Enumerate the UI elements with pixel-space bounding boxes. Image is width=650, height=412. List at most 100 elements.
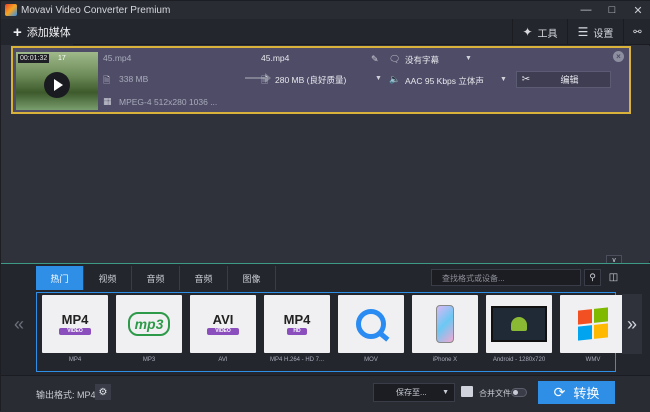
mp3-badge-text: mp3 bbox=[127, 312, 171, 336]
preset-label: iPhone X bbox=[432, 357, 458, 363]
source-info: MPEG-4 512x280 1036 ... bbox=[119, 97, 218, 107]
iphone-icon bbox=[412, 295, 478, 353]
preset-label: MP3 bbox=[142, 357, 156, 363]
tab-audio[interactable]: 音频 bbox=[132, 266, 180, 290]
timecode: 00:01:32 bbox=[18, 54, 50, 63]
preset-mov[interactable]: MOV bbox=[338, 295, 404, 370]
menu-icon: ☰ bbox=[577, 25, 589, 39]
speaker-icon: 🔈 bbox=[389, 74, 401, 84]
format-tabs: 热门 视频 音频 音频 图像 bbox=[36, 266, 276, 290]
format-panel: 热门 视频 音频 音频 图像 查找格式或设备... ⚲ ◫ « MP4 VIDEO… bbox=[1, 263, 650, 375]
source-size: 338 MB bbox=[119, 74, 149, 84]
app-window: Movavi Video Converter Premium — □ ✕ + 添… bbox=[0, 0, 650, 412]
audio-dropdown-icon[interactable]: ▼ bbox=[500, 76, 507, 83]
file-item[interactable]: 00:01:32 17 45.mp4 🗎 338 MB ▦ MPEG-4 512… bbox=[11, 46, 631, 114]
tab-video[interactable]: 视频 bbox=[84, 266, 132, 290]
play-icon[interactable] bbox=[44, 72, 70, 98]
mp4-icon: MP4 VIDEO bbox=[42, 295, 108, 353]
size-dropdown-icon[interactable]: ▼ bbox=[375, 75, 382, 82]
film-icon: ▦ bbox=[103, 96, 112, 106]
save-to-label: 保存至... bbox=[396, 388, 427, 397]
subtitle-dropdown-icon[interactable]: ▼ bbox=[465, 55, 472, 62]
preset-wmv[interactable]: WMV bbox=[560, 295, 626, 370]
audio-value[interactable]: AAC 95 Kbps 立体声 bbox=[405, 75, 484, 87]
merge-toggle[interactable] bbox=[511, 388, 527, 397]
chevron-down-icon: ▼ bbox=[442, 389, 449, 396]
tab-images[interactable]: 图像 bbox=[228, 266, 276, 290]
pencil-icon[interactable]: ✎ bbox=[371, 54, 379, 65]
add-media-button[interactable]: + 添加媒体 bbox=[1, 19, 73, 45]
minimize-icon[interactable]: — bbox=[573, 1, 599, 19]
share-icon: ⚯ bbox=[633, 26, 642, 38]
refresh-icon: ⟳ bbox=[553, 384, 566, 400]
preset-label: MOV bbox=[364, 357, 378, 363]
preset-label: WMV bbox=[585, 357, 601, 363]
windows-icon bbox=[560, 295, 626, 353]
merge-files-label: 合并文件 bbox=[479, 389, 511, 398]
preset-label: MP4 bbox=[68, 357, 82, 363]
mp3-icon: mp3 bbox=[116, 295, 182, 353]
settings-button[interactable]: ☰ 设置 bbox=[567, 19, 623, 45]
plus-icon: + bbox=[13, 23, 22, 41]
maximize-icon[interactable]: □ bbox=[599, 1, 625, 19]
file-icon: 🗎 bbox=[261, 75, 269, 85]
tab-popular[interactable]: 热门 bbox=[36, 266, 84, 290]
edit-button[interactable]: ✂ 编辑 bbox=[516, 71, 611, 88]
android-tv-icon bbox=[486, 295, 552, 353]
video-thumbnail[interactable]: 00:01:32 17 bbox=[16, 52, 98, 110]
mp4-hd-icon: MP4 HD bbox=[264, 295, 330, 353]
preset-label: MP4 H.264 - HD 7... bbox=[269, 357, 325, 363]
avi-icon: AVI VIDEO bbox=[190, 295, 256, 353]
app-logo-icon bbox=[5, 4, 17, 16]
preset-mp4[interactable]: MP4 VIDEO MP4 bbox=[42, 295, 108, 370]
subtitle-value[interactable]: 没有字幕 bbox=[405, 54, 439, 66]
output-filename[interactable]: 45.mp4 bbox=[261, 53, 289, 63]
preset-avi[interactable]: AVI VIDEO AVI bbox=[190, 295, 256, 370]
source-filename: 45.mp4 bbox=[103, 53, 132, 63]
convert-button[interactable]: ⟳ 转换 bbox=[538, 381, 615, 404]
preset-android[interactable]: Android - 1280x720 bbox=[486, 295, 552, 370]
preset-iphone-x[interactable]: iPhone X bbox=[412, 295, 478, 370]
mp4hd-badge-sub: HD bbox=[286, 328, 307, 335]
close-window-icon[interactable]: ✕ bbox=[625, 1, 650, 19]
tab-audio-2[interactable]: 音频 bbox=[180, 266, 228, 290]
gear-icon[interactable]: ⚙ bbox=[95, 384, 111, 400]
quicktime-icon bbox=[338, 295, 404, 353]
settings-label: 设置 bbox=[593, 28, 614, 40]
scroll-left-icon[interactable]: « bbox=[9, 294, 29, 354]
output-format-label: 输出格式: MP4 bbox=[36, 390, 96, 400]
avi-badge-sub: VIDEO bbox=[207, 328, 239, 335]
file-list: 00:01:32 17 45.mp4 🗎 338 MB ▦ MPEG-4 512… bbox=[1, 46, 650, 261]
search-icon[interactable]: ⚲ bbox=[584, 269, 601, 286]
window-title: Movavi Video Converter Premium bbox=[21, 4, 171, 16]
remove-file-icon[interactable]: × bbox=[613, 51, 624, 62]
preset-label: AVI bbox=[218, 357, 228, 363]
toolbar: + 添加媒体 ✦ 工具 ☰ 设置 ⚯ bbox=[1, 19, 650, 45]
preset-list: MP4 VIDEO MP4 mp3 MP3 AVI VIDEO AVI MP4 HD bbox=[36, 292, 626, 372]
tools-button[interactable]: ✦ 工具 bbox=[512, 19, 567, 45]
share-button[interactable]: ⚯ bbox=[623, 19, 650, 45]
subtitle-icon: 🗨 bbox=[389, 54, 401, 64]
frame-label: 17 bbox=[58, 55, 66, 62]
folder-icon[interactable] bbox=[461, 386, 473, 397]
scroll-right-icon[interactable]: » bbox=[622, 294, 642, 354]
preset-mp3[interactable]: mp3 MP3 bbox=[116, 295, 182, 370]
format-search-input[interactable]: 查找格式或设备... bbox=[431, 269, 581, 286]
preset-label: Android - 1280x720 bbox=[492, 357, 546, 363]
bottom-bar: 输出格式: MP4 ⚙ 保存至... ▼ 合并文件 ⟳ 转换 bbox=[1, 375, 650, 412]
scissors-icon: ✂ bbox=[521, 74, 531, 85]
preset-mp4-hd[interactable]: MP4 HD MP4 H.264 - HD 7... bbox=[264, 295, 330, 370]
mp4-badge-text: MP4 bbox=[61, 312, 89, 327]
tools-label: 工具 bbox=[537, 28, 558, 40]
magic-wand-icon: ✦ bbox=[522, 25, 533, 39]
file-icon: 🗎 bbox=[103, 75, 111, 85]
mp4hd-badge-text: MP4 bbox=[283, 312, 311, 327]
save-to-dropdown[interactable]: 保存至... ▼ bbox=[373, 383, 455, 402]
output-size[interactable]: 280 MB (良好质量) bbox=[275, 74, 346, 86]
add-media-label: 添加媒体 bbox=[26, 27, 71, 39]
window-controls: — □ ✕ bbox=[573, 1, 650, 19]
toolbar-right: ✦ 工具 ☰ 设置 ⚯ bbox=[512, 19, 650, 45]
avi-badge-text: AVI bbox=[212, 312, 234, 327]
edit-label: 编辑 bbox=[560, 75, 579, 85]
device-detect-icon[interactable]: ◫ bbox=[605, 269, 622, 286]
